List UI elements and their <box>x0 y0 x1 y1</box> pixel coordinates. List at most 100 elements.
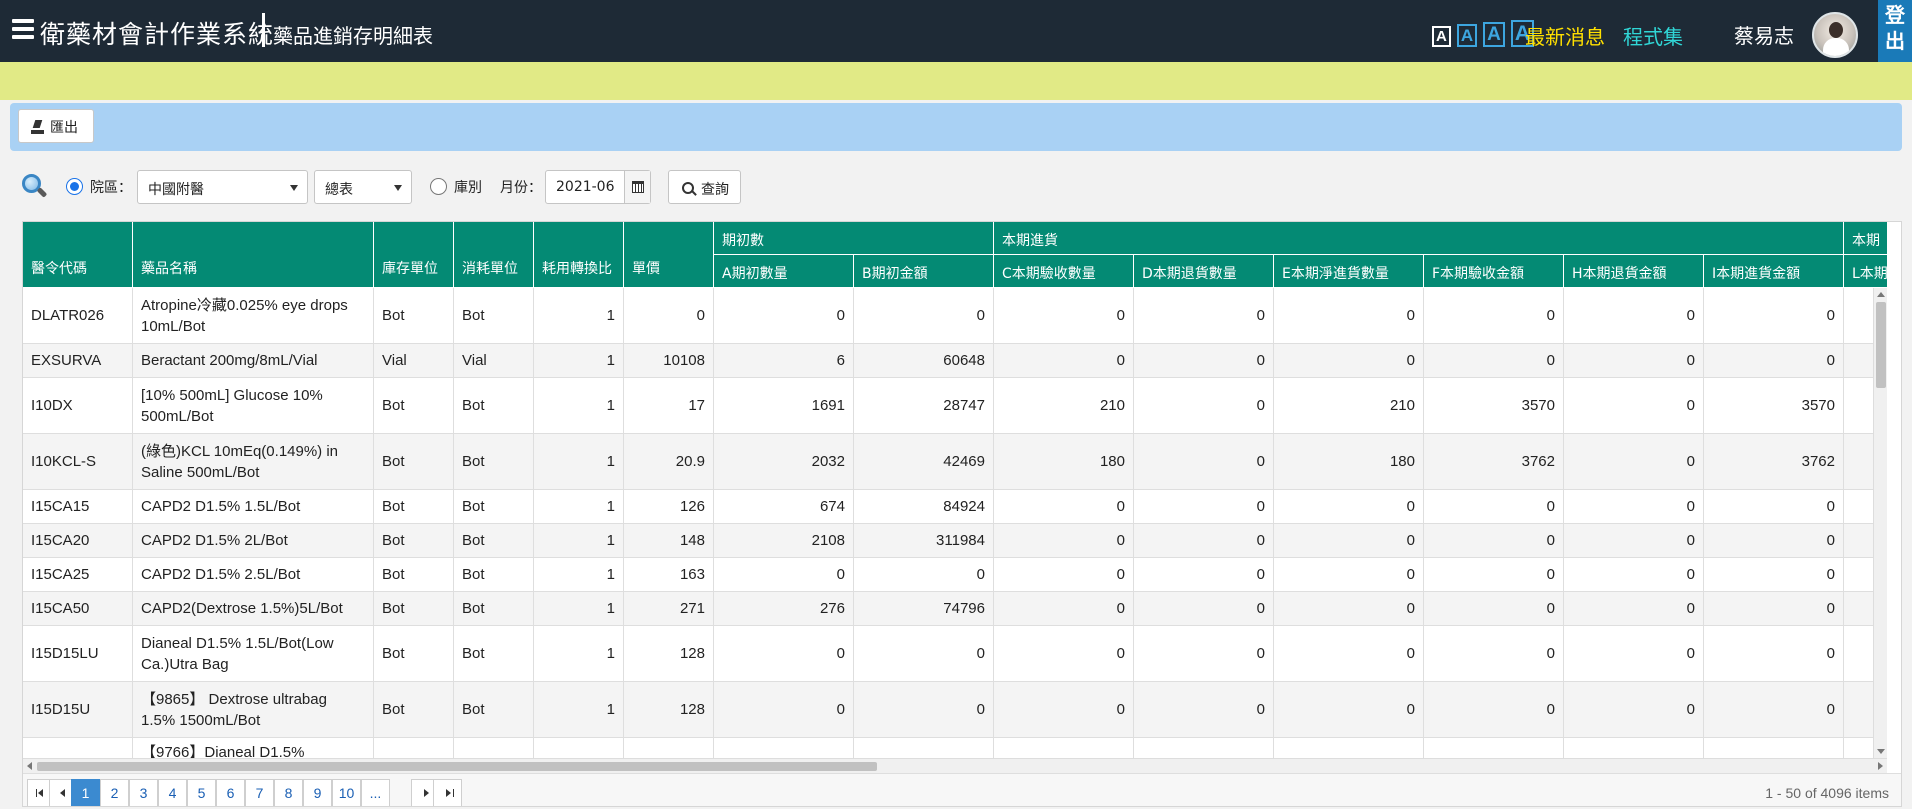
cell-e-net-purchase-qty: 0 <box>1274 344 1424 377</box>
page-button[interactable]: 3 <box>129 779 158 806</box>
cell-stock-unit: Vial <box>374 344 454 377</box>
column-header-d[interactable]: D本期退貨數量 <box>1134 255 1274 288</box>
cell-conversion-ratio: 1 <box>534 524 624 557</box>
cell-order-code <box>23 738 133 758</box>
column-header-stock-unit[interactable]: 庫存單位 <box>374 222 454 288</box>
menu-icon[interactable] <box>12 19 34 39</box>
cell-h-returned-amount: 0 <box>1564 434 1704 489</box>
cell-a-opening-qty <box>714 738 854 758</box>
avatar[interactable] <box>1812 12 1858 58</box>
export-button[interactable]: 匯出 <box>18 109 94 143</box>
column-header-e[interactable]: E本期淨進貨數量 <box>1274 255 1424 288</box>
horizontal-scrollbar[interactable] <box>23 758 1887 773</box>
cell-order-code: I15CA25 <box>23 558 133 591</box>
table-row[interactable]: I15D15U 【9865】 Dextrose ultrabag 1.5% 150… <box>23 682 1887 738</box>
news-link[interactable]: 最新消息 <box>1525 21 1605 50</box>
page-button[interactable]: 9 <box>303 779 332 806</box>
cell-stock-unit: Bot <box>374 524 454 557</box>
table-row[interactable]: 【9766】Dianeal D1.5% <box>23 738 1887 758</box>
cell-a-opening-qty: 0 <box>714 558 854 591</box>
cell-stock-unit: Bot <box>374 626 454 681</box>
export-icon <box>31 120 44 134</box>
table-row[interactable]: I15CA20 CAPD2 D1.5% 2L/Bot Bot Bot 1 148 2108 3… <box>23 524 1887 558</box>
cell-stock-unit: Bot <box>374 288 454 343</box>
scroll-right-icon[interactable] <box>1878 762 1883 770</box>
column-header-drug-name[interactable]: 藥品名稱 <box>133 222 374 288</box>
font-size-small-button[interactable]: A <box>1432 26 1451 47</box>
table-row[interactable]: DLATR026 Atropine冷藏0.025% eye drops 10mL/… <box>23 288 1887 344</box>
cell-drug-name: CAPD2 D1.5% 2.5L/Bot <box>133 558 374 591</box>
hospital-select[interactable]: 中國附醫 <box>137 170 308 204</box>
cell-i-purchase-amount <box>1704 738 1844 758</box>
column-header-conversion-ratio[interactable]: 耗用轉換比 <box>534 222 624 288</box>
column-header-c[interactable]: C本期驗收數量 <box>994 255 1134 288</box>
top-navbar: 衛藥材會計作業系統 藥品進銷存明細表 A A A A 最新消息 程式集 蔡易志 … <box>0 0 1912 62</box>
table-row[interactable]: I10KCL-S (綠色)KCL 10mEq(0.149%) in Saline … <box>23 434 1887 490</box>
search-icon <box>682 182 696 196</box>
cell-a-opening-qty: 0 <box>714 626 854 681</box>
table-row[interactable]: EXSURVA Beractant 200mg/8mL/Vial Vial Vial 1… <box>23 344 1887 378</box>
vertical-scroll-thumb[interactable] <box>1876 302 1886 388</box>
column-header-b[interactable]: B期初金額 <box>854 255 994 288</box>
cell-conversion-ratio: 1 <box>534 378 624 433</box>
cell-drug-name: (綠色)KCL 10mEq(0.149%) in Saline 500mL/Bo… <box>133 434 374 489</box>
cell-a-opening-qty: 2032 <box>714 434 854 489</box>
vertical-scrollbar[interactable] <box>1873 288 1887 758</box>
page-button[interactable]: 7 <box>245 779 274 806</box>
column-header-consume-unit[interactable]: 消耗單位 <box>454 222 534 288</box>
page-button[interactable]: 8 <box>274 779 303 806</box>
programs-link[interactable]: 程式集 <box>1623 21 1683 50</box>
column-header-order-code[interactable]: 醫令代碼 <box>23 222 133 288</box>
cell-conversion-ratio: 1 <box>534 558 624 591</box>
column-header-f[interactable]: F本期驗收金額 <box>1424 255 1564 288</box>
cell-a-opening-qty: 0 <box>714 682 854 737</box>
cell-h-returned-amount: 0 <box>1564 682 1704 737</box>
table-row[interactable]: I10DX [10% 500mL] Glucose 10% 500mL/Bot Bo… <box>23 378 1887 434</box>
cell-h-returned-amount: 0 <box>1564 378 1704 433</box>
table-row[interactable]: I15CA25 CAPD2 D1.5% 2.5L/Bot Bot Bot 1 163 0 0 0… <box>23 558 1887 592</box>
scroll-left-icon[interactable] <box>27 762 32 770</box>
query-label: 查詢 <box>701 182 729 198</box>
column-header-unit-price[interactable]: 單價 <box>624 222 714 288</box>
table-row[interactable]: I15CA50 CAPD2(Dextrose 1.5%)5L/Bot Bot Bot 1… <box>23 592 1887 626</box>
column-header-l[interactable]: L本期 <box>1844 255 1887 288</box>
cell-b-opening-amount: 0 <box>854 626 994 681</box>
page-button[interactable]: 1 <box>71 779 100 806</box>
page-button[interactable]: 6 <box>216 779 245 806</box>
cell-c-received-qty: 0 <box>994 288 1134 343</box>
cell-e-net-purchase-qty: 0 <box>1274 592 1424 625</box>
column-header-a[interactable]: A期初數量 <box>714 255 854 288</box>
table-row[interactable]: I15D15LU Dianeal D1.5% 1.5L/Bot(Low Ca.)U… <box>23 626 1887 682</box>
page-button[interactable]: 4 <box>158 779 187 806</box>
column-header-h[interactable]: H本期退貨金額 <box>1564 255 1704 288</box>
page-button[interactable]: 5 <box>187 779 216 806</box>
column-header-i[interactable]: I本期進貨金額 <box>1704 255 1844 288</box>
report-type-select[interactable]: 總表 <box>314 170 412 204</box>
hospital-select-value: 中國附醫 <box>148 182 204 198</box>
calendar-button[interactable] <box>624 171 650 203</box>
column-group-opening: 期初數 <box>714 222 994 255</box>
scroll-down-icon[interactable] <box>1877 749 1885 754</box>
horizontal-scroll-thumb[interactable] <box>37 762 877 771</box>
cell-h-returned-amount: 0 <box>1564 490 1704 523</box>
more-pages-button[interactable]: ... <box>361 779 390 806</box>
last-page-button[interactable] <box>433 779 462 806</box>
cell-drug-name: CAPD2 D1.5% 1.5L/Bot <box>133 490 374 523</box>
scroll-up-icon[interactable] <box>1877 292 1885 297</box>
cell-a-opening-qty: 0 <box>714 288 854 343</box>
font-size-large-button[interactable]: A <box>1483 22 1505 47</box>
page-button[interactable]: 2 <box>100 779 129 806</box>
grid-viewport: 醫令代碼 藥品名稱 庫存單位 消耗單位 耗用轉換比 單價 期初數 本期進貨 本期… <box>23 222 1887 758</box>
store-radio[interactable] <box>430 178 447 195</box>
table-row[interactable]: I15CA15 CAPD2 D1.5% 1.5L/Bot Bot Bot 1 126 674… <box>23 490 1887 524</box>
page-button[interactable]: 10 <box>332 779 361 806</box>
title-divider <box>262 13 265 47</box>
cell-unit-price: 148 <box>624 524 714 557</box>
page-title: 藥品進銷存明細表 <box>273 24 433 48</box>
query-button[interactable]: 查詢 <box>668 170 741 204</box>
report-type-value: 總表 <box>325 182 353 198</box>
campus-radio[interactable] <box>66 178 83 195</box>
logout-button[interactable]: 登出 <box>1878 0 1912 62</box>
font-size-medium-button[interactable]: A <box>1456 24 1478 47</box>
month-picker[interactable]: 2021-06 <box>545 170 651 204</box>
